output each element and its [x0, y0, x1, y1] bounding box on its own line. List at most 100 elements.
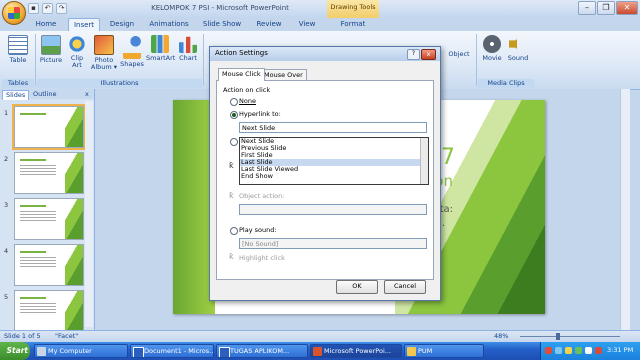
hyperlink-select[interactable]: Next Slide	[239, 122, 427, 133]
sound-label: Sound	[507, 54, 529, 62]
tab-home[interactable]: Home	[30, 18, 62, 31]
radio-hyperlink-label: Hyperlink to:	[239, 110, 281, 118]
slide-thumbnail-1[interactable]	[12, 104, 86, 150]
tray-network-icon[interactable]	[555, 347, 562, 354]
zoom-slider-handle[interactable]	[556, 333, 560, 340]
shapes-label: Shapes	[120, 60, 144, 68]
taskbar-item-document1[interactable]: Document1 - Micros...	[130, 344, 214, 358]
word-icon	[219, 347, 230, 357]
ok-button[interactable]: OK	[336, 280, 378, 294]
taskbar-item-label: PUM	[418, 347, 433, 355]
redo-icon[interactable]: ↷	[56, 3, 67, 14]
cancel-button[interactable]: Cancel	[384, 280, 426, 294]
taskbar-item-pum[interactable]: PUM	[404, 344, 484, 358]
tab-view[interactable]: View	[293, 18, 321, 31]
quick-access-toolbar: ▪ ↶ ↷	[28, 3, 67, 15]
tab-outline[interactable]: Outline	[30, 90, 60, 99]
tab-slide-show[interactable]: Slide Show	[199, 18, 245, 31]
chart-icon	[179, 36, 197, 53]
sound-select[interactable]: [No Sound]	[239, 238, 427, 249]
chart-label: Chart	[179, 54, 197, 62]
sound-button[interactable]: Sound	[506, 35, 530, 62]
taskbar-item-label: Microsoft PowerPoi...	[324, 347, 391, 355]
save-icon[interactable]: ▪	[28, 3, 39, 14]
table-button[interactable]: Table	[5, 35, 31, 64]
radio-object-action-stub: ƙ	[229, 191, 234, 200]
taskbar-item-label: Document1 - Micros...	[144, 347, 214, 355]
tray-security-icon[interactable]	[595, 347, 602, 354]
dialog-title: Action Settings	[215, 49, 268, 57]
table-icon	[8, 35, 28, 55]
taskbar-item-my-computer[interactable]: My Computer	[34, 344, 128, 358]
picture-button[interactable]: Picture	[38, 35, 64, 64]
dialog-close-button[interactable]: x	[421, 49, 436, 60]
tray-antivirus-icon[interactable]	[545, 347, 552, 354]
slide-thumbnail-4[interactable]	[14, 244, 84, 286]
tray-volume-icon[interactable]	[565, 347, 572, 354]
office-button[interactable]	[2, 1, 26, 25]
taskbar-item-powerpoint[interactable]: Microsoft PowerPoi...	[310, 344, 402, 358]
smartart-label: SmartArt	[146, 54, 176, 62]
computer-icon	[37, 347, 46, 356]
slide-thumbnail-3[interactable]	[14, 198, 84, 240]
chart-button[interactable]: Chart	[176, 35, 200, 62]
tab-mouse-click[interactable]: Mouse Click	[218, 68, 265, 81]
close-button[interactable]: ✕	[616, 1, 638, 15]
window-controls: – ❐ ✕	[578, 1, 638, 15]
radio-hyperlink[interactable]	[230, 111, 238, 119]
tray-messenger-icon[interactable]	[585, 347, 592, 354]
restore-button[interactable]: ❐	[597, 1, 615, 15]
minimize-button[interactable]: –	[578, 1, 596, 15]
dropdown-option[interactable]: End Show	[240, 173, 421, 180]
photo-album-label-2: Album ▾	[90, 63, 118, 71]
slides-panel: Slides Outline x 1 2 3 4 5	[0, 89, 95, 332]
clip-art-button[interactable]: Clip Art	[66, 35, 88, 69]
group-separator	[476, 34, 477, 86]
dialog-help-button[interactable]: ?	[407, 49, 420, 60]
shapes-button[interactable]: Shapes	[119, 35, 145, 68]
zoom-level[interactable]: 48%	[494, 331, 508, 342]
group-separator	[35, 34, 36, 86]
folder-icon	[407, 347, 416, 356]
tab-mouse-over[interactable]: Mouse Over	[260, 69, 307, 80]
tab-design[interactable]: Design	[104, 18, 140, 31]
object-button[interactable]: Object	[445, 51, 473, 58]
tab-format[interactable]: Format	[336, 18, 370, 31]
panel-scrollbar[interactable]	[85, 101, 93, 327]
tab-animations[interactable]: Animations	[144, 18, 194, 31]
photo-album-button[interactable]: Photo Album ▾	[90, 35, 118, 71]
object-action-label: Object action:	[239, 192, 285, 200]
start-button[interactable]: Start	[0, 342, 30, 360]
group-label-media-clips: Media Clips	[478, 79, 534, 88]
tab-review[interactable]: Review	[252, 18, 286, 31]
movie-button[interactable]: Movie	[480, 35, 504, 62]
smartart-button[interactable]: SmartArt	[146, 35, 176, 62]
tab-slides[interactable]: Slides	[2, 90, 30, 100]
panel-close-icon[interactable]: x	[82, 90, 92, 99]
thumbnail-number: 2	[4, 155, 9, 163]
zoom-slider-track[interactable]	[520, 336, 620, 337]
picture-icon	[41, 35, 61, 55]
movie-label: Movie	[482, 54, 502, 62]
main-scrollbar[interactable]	[620, 89, 630, 330]
tray-update-icon[interactable]	[575, 347, 582, 354]
radio-run-program[interactable]	[230, 138, 238, 146]
tray-clock[interactable]: 3:31 PM	[607, 346, 633, 354]
window-title: KELOMPOK 7 PSI - Microsoft PowerPoint	[151, 4, 289, 12]
taskbar-item-tugas-aplikom[interactable]: TUGAS APLIKOM...	[216, 344, 308, 358]
picture-label: Picture	[39, 56, 63, 64]
action-settings-dialog: Action Settings ? x Mouse Click Mouse Ov…	[209, 46, 441, 301]
dialog-title-bar[interactable]: Action Settings ? x	[210, 47, 440, 61]
radio-none[interactable]	[230, 98, 238, 106]
tab-insert[interactable]: Insert	[68, 18, 100, 32]
radio-play-sound[interactable]	[230, 227, 238, 235]
powerpoint-icon	[313, 347, 322, 356]
system-tray: 3:31 PM	[540, 342, 640, 360]
dropdown-scrollbar[interactable]	[420, 138, 428, 184]
slide-thumbnail-2[interactable]	[14, 152, 84, 194]
status-theme-name: "Facet"	[55, 332, 79, 340]
slide-thumbnail-5[interactable]	[14, 290, 84, 332]
word-icon	[133, 347, 144, 357]
panel-tabs: Slides Outline x	[0, 89, 94, 100]
undo-icon[interactable]: ↶	[42, 3, 53, 14]
